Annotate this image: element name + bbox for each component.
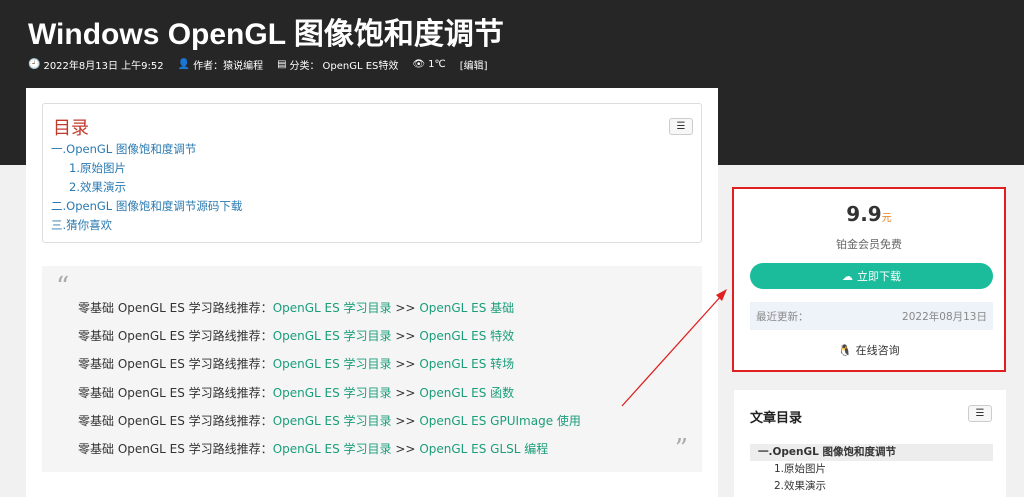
meta-author: 👤 作者：猿说编程 (177, 59, 264, 72)
catalog-link[interactable]: OpenGL ES 学习目录 (273, 301, 392, 315)
toc-item[interactable]: 一.OpenGL 图像饱和度调节 (51, 140, 242, 159)
sidebar-toc-item[interactable]: 1.原始图片 (750, 461, 993, 478)
meta-category: ▤ 分类： OpenGL ES特效 (277, 57, 399, 72)
page-title: Windows OpenGL 图像饱和度调节 (28, 18, 504, 51)
eye-icon: 👁 (412, 59, 426, 70)
price-unit: 元 (881, 213, 892, 224)
cloud-download-icon: ☁ (842, 269, 853, 283)
sidebar-toc-item[interactable]: 2.效果演示 (750, 478, 993, 495)
toc-item[interactable]: 1.原始图片 (51, 159, 242, 178)
toc-toggle-button[interactable]: ☰ (669, 118, 693, 135)
download-card: 9.9元 铂金会员免费 ☁ 立即下载 最近更新： 2022年08月13日 🐧 在线咨… (732, 187, 1006, 372)
clock-icon: 🕘 (28, 59, 41, 70)
quote-lines: 零基础 OpenGL ES 学习路线推荐：OpenGL ES 学习目录 >> O… (78, 294, 581, 463)
topic-link[interactable]: OpenGL ES 基础 (419, 301, 514, 315)
topic-link[interactable]: OpenGL ES 函数 (419, 386, 514, 400)
topic-link[interactable]: OpenGL ES GLSL 编程 (419, 442, 548, 456)
download-button[interactable]: ☁ 立即下载 (750, 263, 993, 289)
quote-open-icon: “ (56, 272, 70, 302)
category-link[interactable]: OpenGL ES特效 (323, 57, 399, 72)
sidebar-toc-item[interactable]: 一.OpenGL 图像饱和度调节 (750, 444, 993, 461)
meta-views: 👁 1℃ (412, 59, 446, 70)
catalog-link[interactable]: OpenGL ES 学习目录 (273, 329, 392, 343)
quote-line: 零基础 OpenGL ES 学习路线推荐：OpenGL ES 学习目录 >> O… (78, 329, 515, 344)
menu-icon: ☰ (975, 408, 985, 419)
sidebar-toc-toggle[interactable]: ☰ (968, 405, 992, 422)
toc-item[interactable]: 二.OpenGL 图像饱和度调节源码下载 (51, 197, 242, 216)
member-free-text: 铂金会员免费 (836, 238, 902, 251)
quote-line: 零基础 OpenGL ES 学习路线推荐：OpenGL ES 学习目录 >> O… (78, 413, 581, 428)
article-toc: 目录 ☰ 一.OpenGL 图像饱和度调节 1.原始图片 2.效果演示 二.Op… (42, 103, 702, 243)
catalog-link[interactable]: OpenGL ES 学习目录 (273, 386, 392, 400)
post-meta: 🕘 2022年8月13日 上午9:52 👤 作者：猿说编程 ▤ 分类： OpenGL E… (28, 57, 488, 72)
quote-line: 零基础 OpenGL ES 学习路线推荐：OpenGL ES 学习目录 >> O… (78, 385, 515, 400)
user-icon: 👤 (177, 59, 191, 70)
toc-list: 一.OpenGL 图像饱和度调节 1.原始图片 2.效果演示 二.OpenGL … (51, 140, 242, 235)
update-row: 最近更新： 2022年08月13日 (750, 302, 993, 330)
quote-close-icon: ” (674, 434, 688, 464)
recommend-quote: “ 零基础 OpenGL ES 学习路线推荐：OpenGL ES 学习目录 >>… (42, 266, 702, 472)
article-body: 目录 ☰ 一.OpenGL 图像饱和度调节 1.原始图片 2.效果演示 二.Op… (26, 88, 718, 497)
toc-item[interactable]: 2.效果演示 (51, 178, 242, 197)
menu-icon: ☰ (676, 121, 686, 132)
quote-line: 零基础 OpenGL ES 学习路线推荐：OpenGL ES 学习目录 >> O… (78, 357, 515, 372)
quote-line: 零基础 OpenGL ES 学习路线推荐：OpenGL ES 学习目录 >> O… (78, 301, 515, 315)
sidebar-toc-list: 一.OpenGL 图像饱和度调节 1.原始图片 2.效果演示 (750, 444, 993, 495)
topic-link[interactable]: OpenGL ES 转场 (419, 357, 514, 371)
sidebar-toc: 文章目录 ☰ 一.OpenGL 图像饱和度调节 1.原始图片 2.效果演示 (734, 390, 1006, 497)
sidebar-toc-title: 文章目录 (750, 411, 803, 426)
topic-link[interactable]: OpenGL ES GPUImage 使用 (419, 414, 581, 428)
update-date: 2022年08月13日 (902, 310, 987, 323)
edit-link[interactable]: [编辑] (460, 57, 488, 72)
quote-line: 零基础 OpenGL ES 学习路线推荐：OpenGL ES 学习目录 >> O… (78, 442, 549, 457)
meta-date: 🕘 2022年8月13日 上午9:52 (28, 59, 164, 72)
catalog-link[interactable]: OpenGL ES 学习目录 (273, 442, 392, 456)
toc-item[interactable]: 三.猜你喜欢 (51, 216, 242, 235)
consult-link[interactable]: 🐧 在线咨询 (734, 342, 1004, 358)
qq-icon: 🐧 (838, 344, 853, 357)
list-icon: ▤ (277, 59, 287, 70)
price: 9.9元 (846, 202, 892, 226)
catalog-link[interactable]: OpenGL ES 学习目录 (273, 357, 392, 371)
toc-title: 目录 (53, 118, 89, 139)
topic-link[interactable]: OpenGL ES 特效 (419, 329, 514, 343)
catalog-link[interactable]: OpenGL ES 学习目录 (273, 414, 392, 428)
